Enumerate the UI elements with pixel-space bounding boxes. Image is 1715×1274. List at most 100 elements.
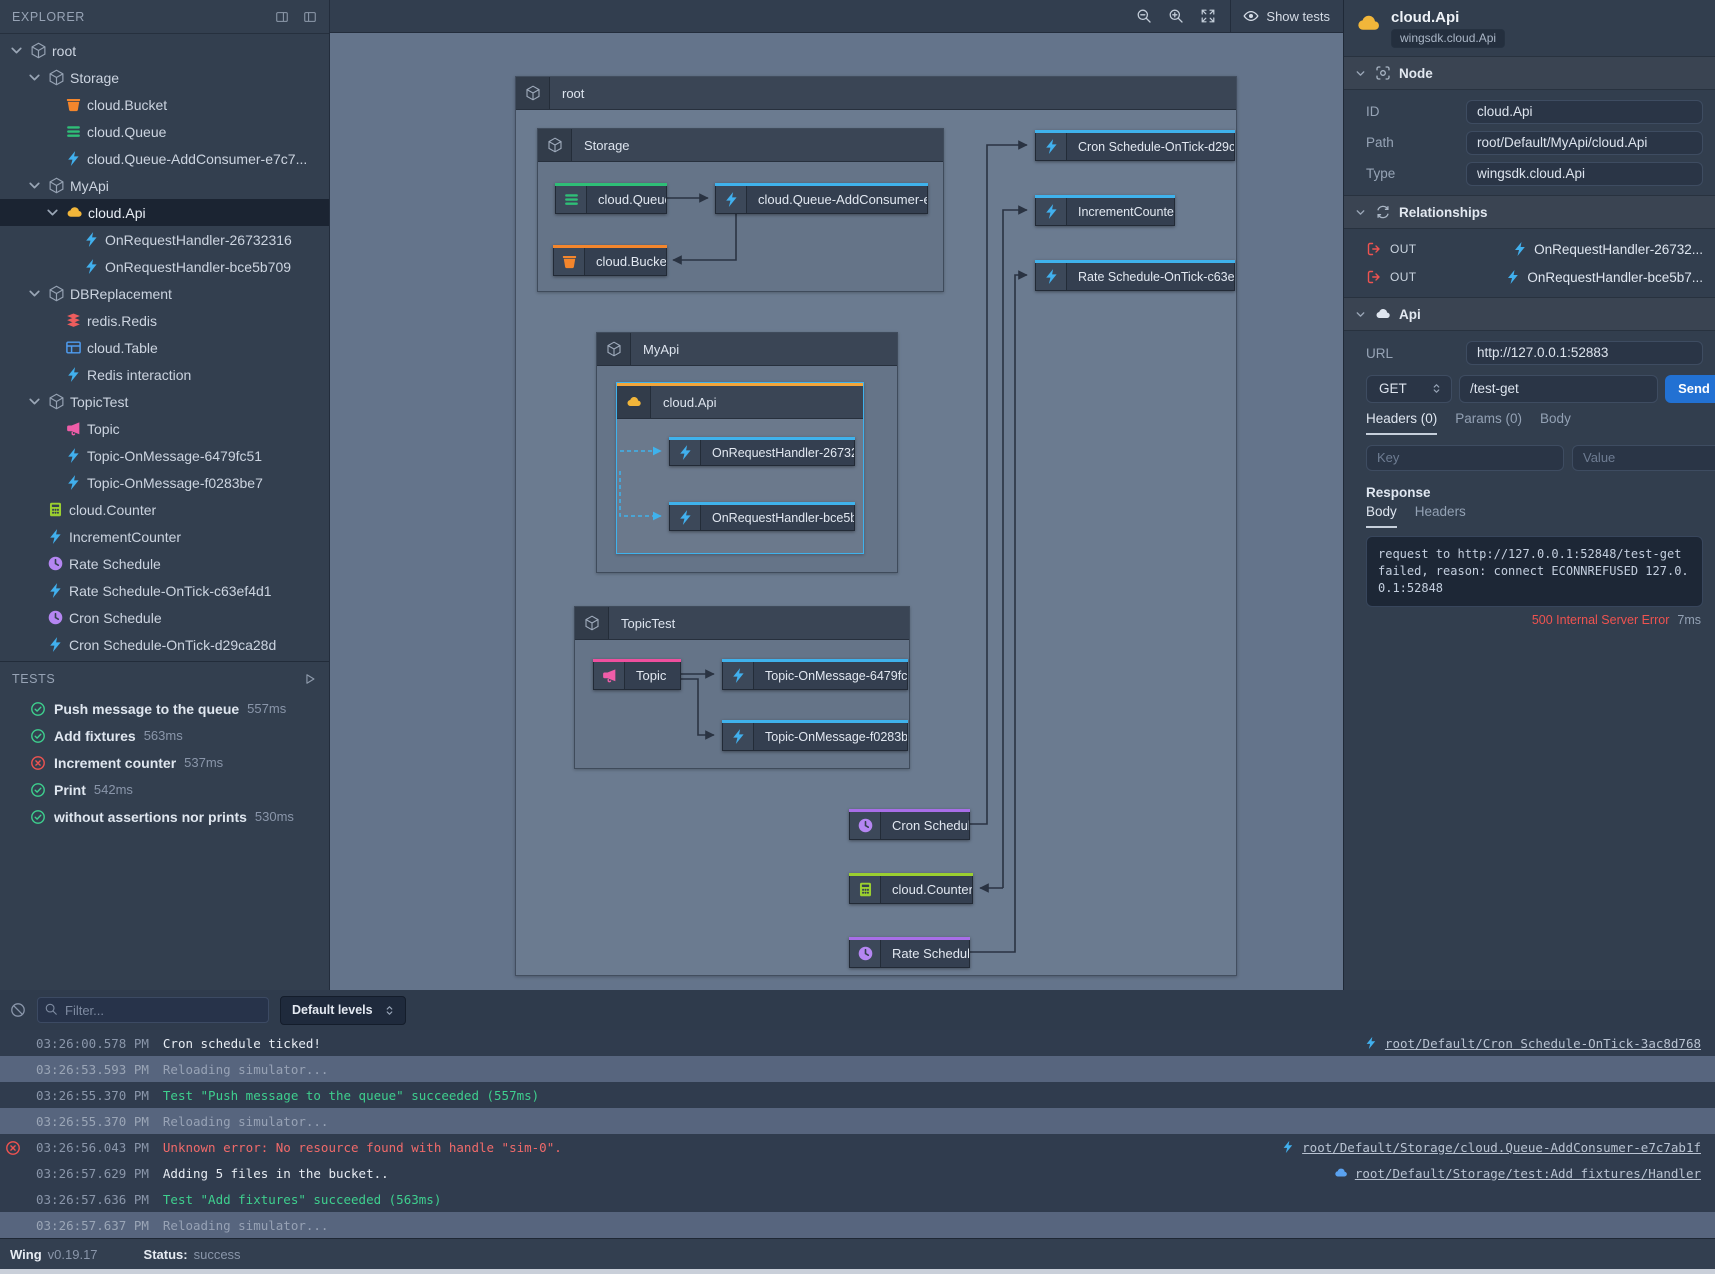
sidebar-item-myapi[interactable]: MyApi	[0, 172, 329, 199]
sidebar-item-topic-onmessage-2[interactable]: Topic-OnMessage-f0283be7	[0, 469, 329, 496]
sidebar-item-cron-schedule-ontick[interactable]: Cron Schedule-OnTick-d29ca28d	[0, 631, 329, 658]
sidebar-item-root[interactable]: root	[0, 37, 329, 64]
clock-icon	[47, 555, 64, 572]
chevron-down-icon	[1354, 67, 1367, 80]
request-tabs: Headers (0) Params (0) Body	[1344, 409, 1715, 435]
chevron-updown-icon	[1430, 382, 1443, 395]
relationship-row[interactable]: OUT OnRequestHandler-26732...	[1344, 235, 1715, 263]
sidebar-item-cloud-table[interactable]: cloud.Table	[0, 334, 329, 361]
function-icon	[65, 366, 82, 383]
sidebar-item-onrequesthandler-1[interactable]: OnRequestHandler-26732316	[0, 226, 329, 253]
table-icon	[65, 339, 82, 356]
tab-body[interactable]: Body	[1540, 411, 1571, 435]
log-row[interactable]: 03:26:55.370 PM Test "Push message to th…	[0, 1082, 1715, 1108]
inspector-title: cloud.Api	[1391, 9, 1505, 26]
sidebar-item-incrementcounter[interactable]: IncrementCounter	[0, 523, 329, 550]
header-key-input[interactable]	[1366, 445, 1564, 471]
sidebar-item-rate-schedule[interactable]: Rate Schedule	[0, 550, 329, 577]
map-node-cloud-bucket[interactable]: cloud.Bucket	[553, 245, 667, 276]
request-path-input[interactable]	[1459, 375, 1658, 403]
api-url-value[interactable]: http://127.0.0.1:52883	[1466, 341, 1703, 365]
test-pass-icon	[30, 701, 46, 717]
id-value[interactable]: cloud.Api	[1466, 100, 1703, 124]
method-select[interactable]: GET	[1366, 375, 1452, 403]
chevron-down-icon	[44, 204, 61, 221]
show-tests-toggle[interactable]: Show tests	[1243, 8, 1330, 24]
map-toolbar: Show tests	[330, 0, 1343, 33]
test-item[interactable]: without assertions nor prints530ms	[0, 803, 329, 830]
function-icon	[1036, 263, 1067, 290]
map-node-rate-schedule[interactable]: Rate Schedule	[849, 937, 970, 968]
tab-response-body[interactable]: Body	[1366, 504, 1397, 528]
zoom-out-button[interactable]	[1136, 8, 1152, 24]
cube-icon	[48, 69, 65, 86]
map-node-onrequesthandler-1[interactable]: OnRequestHandler-26732316	[669, 437, 855, 466]
sidebar-item-storage[interactable]: Storage	[0, 64, 329, 91]
log-source-link[interactable]: root/Default/Storage/cloud.Queue-AddCons…	[1302, 1140, 1701, 1155]
inspector-header: cloud.Api wingsdk.cloud.Api	[1344, 0, 1715, 57]
section-node[interactable]: Node	[1344, 57, 1715, 90]
log-row[interactable]: 03:26:55.370 PM Reloading simulator...	[0, 1108, 1715, 1134]
test-item[interactable]: Add fixtures563ms	[0, 722, 329, 749]
map-node-topic-onmessage-1[interactable]: Topic-OnMessage-6479fc51	[722, 659, 908, 690]
run-tests-icon[interactable]	[303, 672, 317, 686]
log-row[interactable]: 03:26:57.629 PM Adding 5 files in the bu…	[0, 1160, 1715, 1186]
log-row[interactable]: 03:26:53.593 PM Reloading simulator...	[0, 1056, 1715, 1082]
sidebar-item-rate-schedule-ontick[interactable]: Rate Schedule-OnTick-c63ef4d1	[0, 577, 329, 604]
path-value[interactable]: root/Default/MyApi/cloud.Api	[1466, 131, 1703, 155]
header-value-input[interactable]	[1572, 445, 1715, 471]
map-node-topic-onmessage-2[interactable]: Topic-OnMessage-f0283be7	[722, 720, 908, 751]
test-item[interactable]: Print542ms	[0, 776, 329, 803]
sidebar-item-queue-addconsumer[interactable]: cloud.Queue-AddConsumer-e7c7...	[0, 145, 329, 172]
tab-params[interactable]: Params (0)	[1455, 411, 1522, 435]
test-item[interactable]: Push message to the queue557ms	[0, 695, 329, 722]
log-source-link[interactable]: root/Default/Cron Schedule-OnTick-3ac8d7…	[1385, 1036, 1701, 1051]
sidebar-item-onrequesthandler-2[interactable]: OnRequestHandler-bce5b709	[0, 253, 329, 280]
log-row[interactable]: 03:26:57.637 PM Reloading simulator...	[0, 1212, 1715, 1238]
sidebar-item-cron-schedule[interactable]: Cron Schedule	[0, 604, 329, 631]
resource-map-canvas[interactable]: root Storage MyApi TopicTest cloud.Api	[330, 33, 1343, 990]
fit-view-button[interactable]	[1200, 8, 1216, 24]
map-node-cloud-queue[interactable]: cloud.Queue	[555, 183, 667, 214]
map-node-rate-schedule-ontick[interactable]: Rate Schedule-OnTick-c63ef4d1	[1035, 260, 1235, 291]
sidebar-item-cloud-bucket[interactable]: cloud.Bucket	[0, 91, 329, 118]
map-node-onrequesthandler-2[interactable]: OnRequestHandler-bce5b709	[669, 502, 855, 531]
type-value[interactable]: wingsdk.cloud.Api	[1466, 162, 1703, 186]
tab-response-headers[interactable]: Headers	[1415, 504, 1466, 528]
split-panel-icon[interactable]	[275, 10, 289, 24]
sidebar-item-cloud-counter[interactable]: cloud.Counter	[0, 496, 329, 523]
function-icon	[1281, 1140, 1295, 1154]
sidebar-item-topic[interactable]: Topic	[0, 415, 329, 442]
sidebar-item-cloud-queue[interactable]: cloud.Queue	[0, 118, 329, 145]
sidebar-item-topic-onmessage-1[interactable]: Topic-OnMessage-6479fc51	[0, 442, 329, 469]
clear-logs-icon[interactable]	[10, 1002, 26, 1018]
log-row[interactable]: 03:26:00.578 PM Cron schedule ticked! ro…	[0, 1030, 1715, 1056]
sidebar-item-topictest[interactable]: TopicTest	[0, 388, 329, 415]
outbound-icon	[1366, 241, 1382, 257]
map-node-topic[interactable]: Topic	[593, 659, 681, 690]
log-row[interactable]: 03:26:57.636 PM Test "Add fixtures" succ…	[0, 1186, 1715, 1212]
send-button[interactable]: Send	[1665, 375, 1715, 403]
collapse-panel-icon[interactable]	[303, 10, 317, 24]
map-node-cron-schedule-ontick[interactable]: Cron Schedule-OnTick-d29ca28d	[1035, 130, 1235, 161]
map-node-cron-schedule[interactable]: Cron Schedule	[849, 809, 970, 840]
tab-headers[interactable]: Headers (0)	[1366, 411, 1437, 435]
zoom-in-button[interactable]	[1168, 8, 1184, 24]
sidebar-item-cloud-api[interactable]: cloud.Api	[0, 199, 329, 226]
section-api[interactable]: Api	[1344, 297, 1715, 331]
map-node-queue-addconsumer[interactable]: cloud.Queue-AddConsumer-e7c7ab1f	[715, 183, 928, 214]
test-item[interactable]: Increment counter537ms	[0, 749, 329, 776]
status-bar: Wing v0.19.17 Status: success	[0, 1238, 1715, 1269]
sidebar-item-redis-interaction[interactable]: Redis interaction	[0, 361, 329, 388]
map-node-incrementcounter[interactable]: IncrementCounter	[1035, 195, 1175, 226]
section-relationships[interactable]: Relationships	[1344, 195, 1715, 229]
clock-icon	[850, 940, 881, 967]
log-row-error[interactable]: 03:26:56.043 PM Unknown error: No resour…	[0, 1134, 1715, 1160]
relationship-row[interactable]: OUT OnRequestHandler-bce5b7...	[1344, 263, 1715, 291]
log-filter-input[interactable]	[37, 997, 269, 1023]
sidebar-item-dbreplacement[interactable]: DBReplacement	[0, 280, 329, 307]
map-node-cloud-counter[interactable]: cloud.Counter	[849, 873, 973, 904]
log-source-link[interactable]: root/Default/Storage/test:Add fixtures/H…	[1355, 1166, 1701, 1181]
log-levels-select[interactable]: Default levels	[280, 996, 406, 1025]
sidebar-item-redis[interactable]: redis.Redis	[0, 307, 329, 334]
